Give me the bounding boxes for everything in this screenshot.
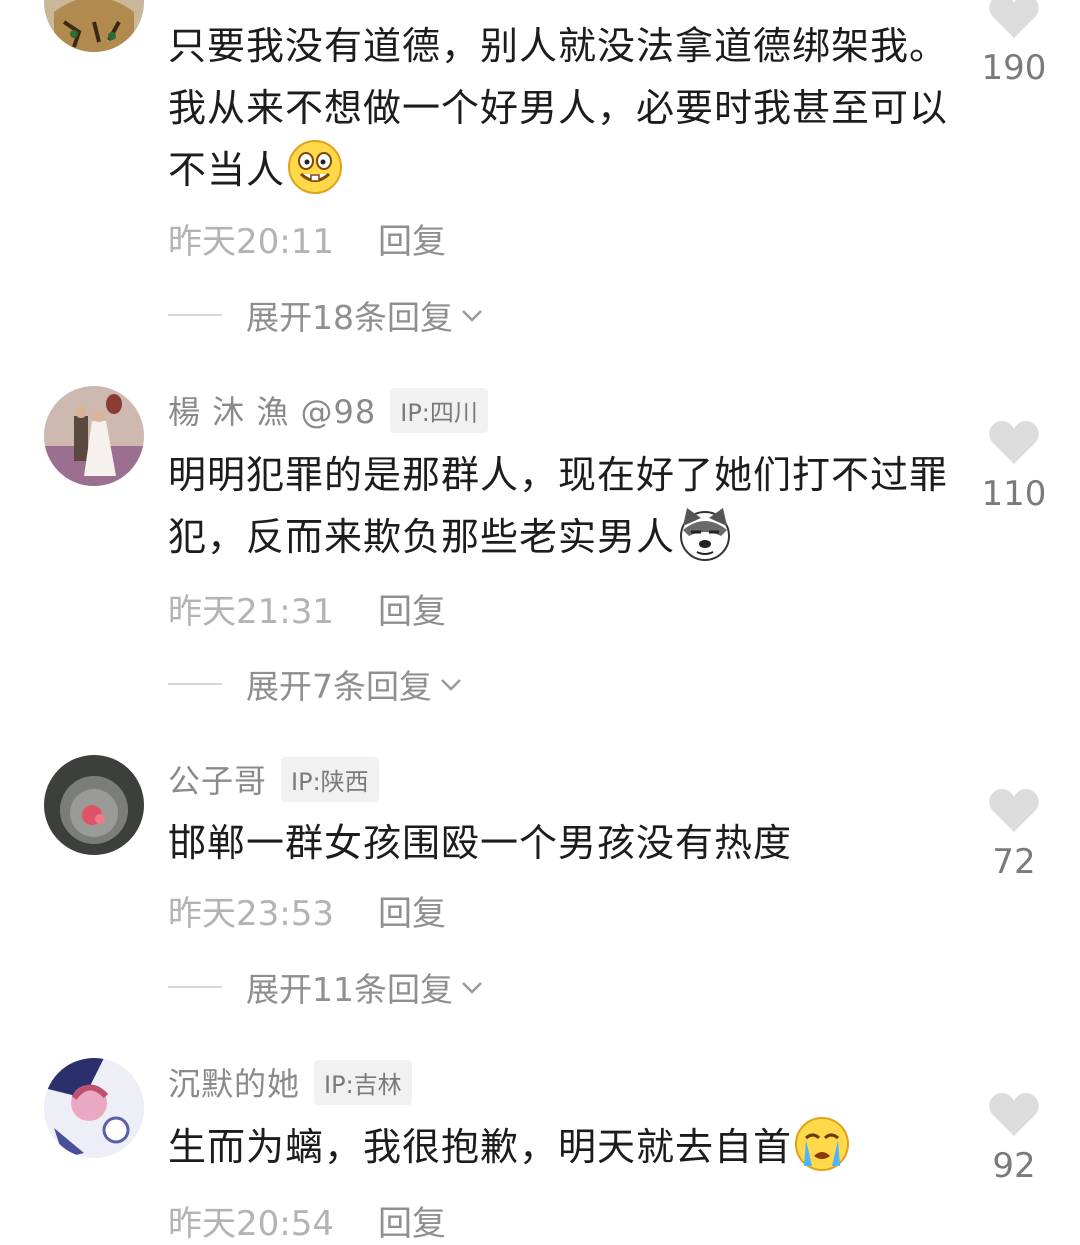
expand-replies-label: 展开7条回复: [246, 667, 432, 706]
heart-icon[interactable]: [987, 0, 1041, 40]
ip-location-badge: IP:吉林: [314, 1059, 412, 1105]
user-avatar[interactable]: [44, 1058, 144, 1158]
expand-replies-button[interactable]: 展开7条回复: [168, 661, 464, 707]
reply-button[interactable]: 回复: [378, 1196, 446, 1245]
user-avatar[interactable]: [44, 755, 144, 855]
username[interactable]: 公子哥: [168, 756, 267, 802]
comment-time: 昨天21:31: [168, 591, 334, 632]
comment-text: 邯郸一群女孩围殴一个男孩没有热度: [168, 821, 793, 865]
chevron-down-icon: [441, 679, 461, 691]
expand-replies-button[interactable]: 展开18条回复: [168, 292, 485, 338]
ip-location-badge: IP:陕西: [281, 756, 379, 802]
like-control: 72: [966, 786, 1062, 882]
dog-emoji-icon: [677, 506, 733, 562]
comment-text: 只要我没有道德，别人就没法拿道德绑架我。我从来不想做一个好男人，必要时我甚至可以…: [168, 15, 948, 201]
comment-text: 生而为螭，我很抱歉，明天就去自首: [168, 1116, 948, 1178]
like-count: 110: [981, 474, 1047, 514]
comment-time: 昨天23:53: [168, 893, 334, 934]
comment-text: 明明犯罪的是那群人，现在好了她们打不过罪犯，反而来欺负那些老实男人: [168, 444, 948, 568]
reply-button[interactable]: 回复: [378, 584, 446, 633]
like-count: 92: [992, 1146, 1036, 1186]
username[interactable]: 楊 沐 漁 @98: [168, 387, 376, 433]
like-count: 72: [992, 842, 1036, 882]
chevron-down-icon: [462, 982, 482, 994]
expand-replies-label: 展开11条回复: [246, 970, 453, 1009]
grinning-emoji-icon: [287, 139, 343, 195]
divider-line: [168, 986, 222, 988]
comment-time: 昨天20:11: [168, 221, 334, 262]
user-avatar[interactable]: [44, 0, 144, 52]
like-control: 110: [966, 418, 1062, 514]
divider-line: [168, 683, 222, 685]
heart-icon[interactable]: [987, 786, 1041, 834]
expand-replies-button[interactable]: 展开11条回复: [168, 964, 485, 1010]
like-count: 190: [981, 48, 1047, 88]
reply-button[interactable]: 回复: [378, 886, 446, 935]
ip-location-badge: IP:四川: [390, 387, 488, 433]
expand-replies-label: 展开18条回复: [246, 298, 453, 337]
reply-button[interactable]: 回复: [378, 214, 446, 263]
crying-emoji-icon: [794, 1116, 850, 1172]
username[interactable]: 沉默的她: [168, 1059, 300, 1105]
heart-icon[interactable]: [987, 1090, 1041, 1138]
like-control: 190: [966, 0, 1062, 88]
comment-time: 昨天20:54: [168, 1203, 334, 1244]
divider-line: [168, 314, 222, 316]
heart-icon[interactable]: [987, 418, 1041, 466]
chevron-down-icon: [462, 310, 482, 322]
user-avatar[interactable]: [44, 386, 144, 486]
like-control: 92: [966, 1090, 1062, 1186]
